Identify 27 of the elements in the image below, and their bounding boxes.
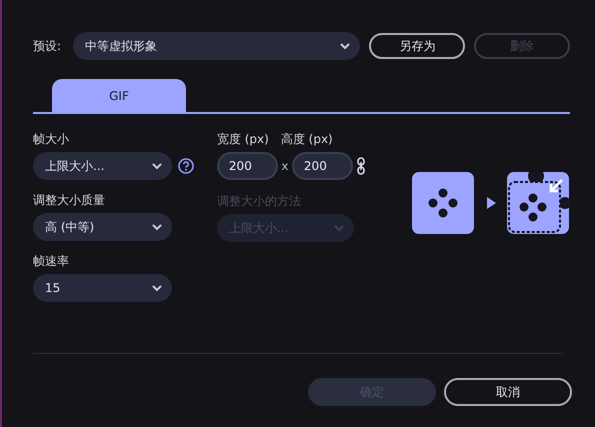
width-label: 宽度 (px) <box>216 131 269 148</box>
dropdown[interactable]: 15 <box>33 274 172 302</box>
resized-image-icon <box>507 172 570 234</box>
format-tab[interactable]: GIF <box>52 79 186 112</box>
original-image-icon <box>412 172 474 234</box>
preset-dropdown[interactable]: 中等虚拟形象 <box>72 32 360 60</box>
times-sign: x <box>280 159 290 173</box>
chevron-icon <box>152 224 162 230</box>
height-field[interactable]: 200 <box>292 152 353 180</box>
chevron-icon <box>152 162 162 170</box>
method-label: 调整大小的方法 <box>216 193 302 210</box>
link-icon[interactable] <box>356 157 365 175</box>
arrow-icon <box>487 197 496 209</box>
save-as-button[interactable]: 另存为 <box>369 33 466 59</box>
chevron-icon <box>340 42 350 50</box>
width-field[interactable]: 200 <box>216 152 278 180</box>
dropdown[interactable]: 上限大小... <box>33 152 172 180</box>
field-label: 帧速率 <box>33 253 70 270</box>
field-label: 帧大小 <box>33 131 70 148</box>
height-label: 高度 (px) <box>280 131 333 148</box>
help-icon[interactable] <box>178 158 194 174</box>
chevron-icon <box>334 224 344 232</box>
preset-label: 预设: <box>33 38 62 54</box>
cancel-button[interactable]: 取消 <box>444 378 572 406</box>
field-label: 调整大小质量 <box>33 192 106 209</box>
dropdown[interactable]: 高 (中等) <box>33 213 172 241</box>
chevron-icon <box>152 284 162 292</box>
